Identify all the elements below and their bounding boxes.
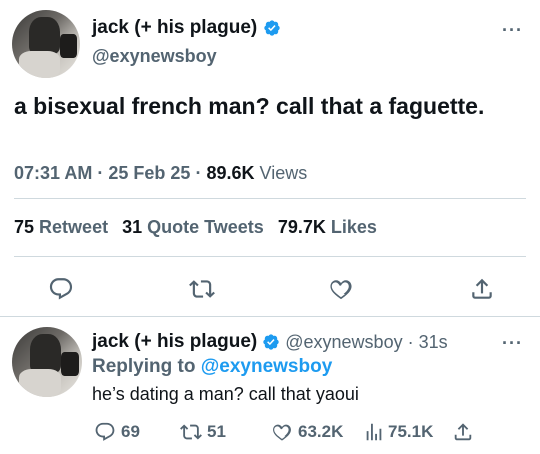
display-name[interactable]: jack (+ his plague) — [92, 331, 257, 353]
avatar[interactable] — [12, 10, 80, 78]
tweet-age[interactable]: · 31s — [408, 332, 448, 353]
reply-header: jack (+ his plague) @exynewsboy · 31s — [92, 331, 448, 353]
tweet-text: a bisexual french man? call that a fague… — [14, 93, 485, 119]
views-count: 75.1K — [388, 422, 434, 441]
reply-action[interactable]: 69 — [94, 421, 140, 443]
tweet-time[interactable]: 07:31 AM — [14, 163, 92, 183]
tweet-date[interactable]: 25 Feb 25 — [108, 163, 190, 183]
replying-to-link[interactable]: @exynewsboy — [201, 356, 333, 377]
reply-text: he’s dating a man? call that yaoui — [92, 384, 359, 404]
author-handle[interactable]: @exynewsboy — [92, 46, 217, 67]
divider — [14, 256, 526, 257]
more-options-icon[interactable]: ··· — [502, 333, 523, 354]
like-count: 63.2K — [298, 422, 344, 441]
divider — [0, 316, 540, 317]
share-action[interactable] — [452, 421, 474, 443]
analytics-icon — [366, 423, 382, 441]
retweets-stat[interactable]: 75 Retweet — [14, 217, 108, 237]
like-action[interactable]: 63.2K — [271, 421, 343, 443]
more-options-icon[interactable]: ··· — [502, 20, 523, 41]
divider — [14, 198, 526, 199]
reply-icon — [95, 422, 115, 441]
verified-badge-icon — [263, 334, 279, 350]
tweet-stats: 75 Retweet 31 Quote Tweets 79.7K Likes — [14, 217, 377, 238]
author-handle[interactable]: @exynewsboy — [285, 332, 402, 353]
display-name[interactable]: jack (+ his plague) — [92, 17, 257, 39]
author-name-row[interactable]: jack (+ his plague) — [92, 17, 281, 39]
replying-to: Replying to @exynewsboy — [92, 356, 333, 377]
share-icon[interactable] — [469, 276, 495, 302]
share-icon — [454, 423, 472, 441]
quotes-stat[interactable]: 31 Quote Tweets — [122, 217, 264, 237]
like-icon[interactable] — [328, 276, 354, 302]
main-tweet: jack (+ his plague) @exynewsboy ··· a bi… — [0, 0, 540, 316]
reply-count: 69 — [121, 422, 140, 441]
views-action[interactable]: 75.1K — [363, 421, 433, 443]
retweet-icon — [180, 424, 202, 440]
reply-icon[interactable] — [48, 276, 74, 302]
views-count: 89.6K — [206, 163, 255, 183]
tweet-meta: 07:31 AM · 25 Feb 25 · 89.6K Views — [14, 163, 308, 183]
likes-stat[interactable]: 79.7K Likes — [278, 217, 377, 237]
views-label: Views — [259, 163, 308, 183]
avatar[interactable] — [12, 327, 82, 397]
retweet-count: 51 — [207, 422, 226, 441]
verified-badge-icon — [264, 20, 280, 36]
like-icon — [273, 424, 291, 441]
retweet-action[interactable]: 51 — [180, 421, 226, 443]
retweet-icon[interactable] — [189, 276, 215, 302]
